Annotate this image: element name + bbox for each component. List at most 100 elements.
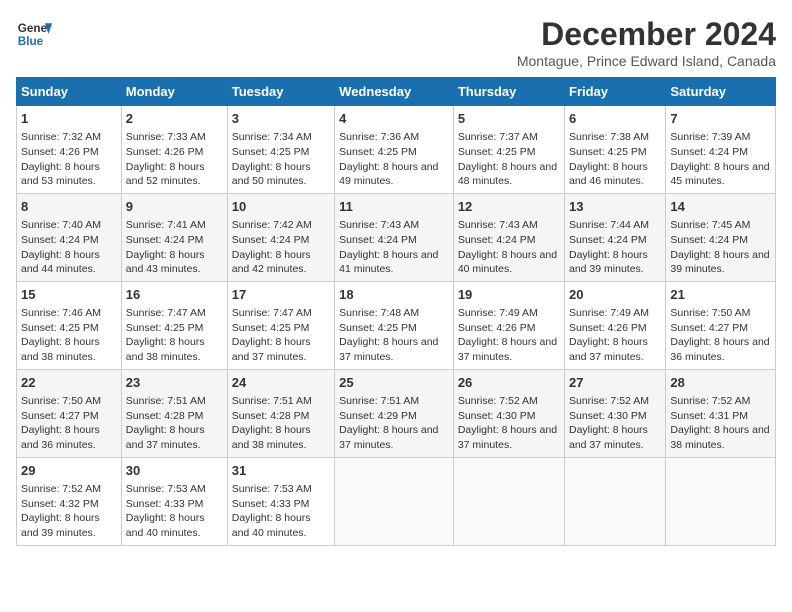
- sunrise: Sunrise: 7:52 AM: [21, 483, 101, 495]
- sunrise: Sunrise: 7:34 AM: [232, 131, 312, 143]
- calendar-cell: 19Sunrise: 7:49 AMSunset: 4:26 PMDayligh…: [453, 281, 564, 369]
- day-number: 10: [232, 198, 330, 216]
- calendar-cell: [666, 457, 776, 545]
- week-row-5: 29 Sunrise: 7:52 AM Sunset: 4:32 PM Dayligh…: [17, 457, 776, 545]
- daylight: Daylight: 8 hours and 45 minutes.: [670, 161, 769, 188]
- sunset: Sunset: 4:25 PM: [21, 322, 99, 334]
- sunrise: Sunrise: 7:36 AM: [339, 131, 419, 143]
- sunset: Sunset: 4:27 PM: [670, 322, 748, 334]
- page-header: General Blue December 2024 Montague, Pri…: [16, 16, 776, 69]
- calendar-cell: [565, 457, 666, 545]
- calendar-cell: 24 Sunrise: 7:51 AM Sunset: 4:28 PM Dayligh…: [227, 369, 334, 457]
- calendar-cell: 29Sunrise: 7:52 AMSunset: 4:32 PMDayligh…: [17, 457, 122, 545]
- sunset: Sunset: 4:26 PM: [126, 146, 204, 158]
- sunrise: Sunrise: 7:32 AM: [21, 131, 101, 143]
- day-number: 5: [458, 110, 560, 128]
- sunset: Sunset: 4:27 PM: [21, 410, 99, 422]
- calendar-cell: 8Sunrise: 7:40 AMSunset: 4:24 PMDaylight…: [17, 193, 122, 281]
- calendar-cell: 10 Sunrise: 7:42 AM Sunset: 4:24 PM Dayligh…: [227, 193, 334, 281]
- sunrise: Sunrise: 7:52 AM: [458, 395, 538, 407]
- day-number: 14: [670, 198, 771, 216]
- week-row-3: 15 Sunrise: 7:46 AM Sunset: 4:25 PM Dayligh…: [17, 281, 776, 369]
- sunrise: Sunrise: 7:39 AM: [670, 131, 750, 143]
- sunset: Sunset: 4:30 PM: [569, 410, 647, 422]
- daylight: Daylight: 8 hours and 44 minutes.: [21, 249, 100, 276]
- sunrise: Sunrise: 7:42 AM: [232, 219, 312, 231]
- header-cell-thursday: Thursday: [453, 78, 564, 106]
- sunset: Sunset: 4:30 PM: [458, 410, 536, 422]
- calendar-cell: 30Sunrise: 7:53 AMSunset: 4:33 PMDayligh…: [121, 457, 227, 545]
- calendar-cell: [453, 457, 564, 545]
- sunset: Sunset: 4:24 PM: [232, 234, 310, 246]
- day-number: 26: [458, 374, 560, 392]
- day-number: 15: [21, 286, 117, 304]
- sunrise: Sunrise: 7:50 AM: [670, 307, 750, 319]
- sunset: Sunset: 4:32 PM: [21, 498, 99, 510]
- day-number: 18: [339, 286, 449, 304]
- calendar-cell: 26Sunrise: 7:52 AMSunset: 4:30 PMDayligh…: [453, 369, 564, 457]
- header-cell-monday: Monday: [121, 78, 227, 106]
- sunrise: Sunrise: 7:46 AM: [21, 307, 101, 319]
- svg-text:Blue: Blue: [18, 35, 44, 48]
- sunrise: Sunrise: 7:49 AM: [569, 307, 649, 319]
- header-row: SundayMondayTuesdayWednesdayThursdayFrid…: [17, 78, 776, 106]
- sunrise: Sunrise: 7:40 AM: [21, 219, 101, 231]
- calendar-cell: 16Sunrise: 7:47 AMSunset: 4:25 PMDayligh…: [121, 281, 227, 369]
- header-cell-sunday: Sunday: [17, 78, 122, 106]
- calendar-cell: 7Sunrise: 7:39 AMSunset: 4:24 PMDaylight…: [666, 106, 776, 194]
- daylight: Daylight: 8 hours and 37 minutes.: [339, 424, 438, 451]
- day-number: 24: [232, 374, 330, 392]
- sunset: Sunset: 4:28 PM: [232, 410, 310, 422]
- sunset: Sunset: 4:33 PM: [126, 498, 204, 510]
- sunset: Sunset: 4:26 PM: [569, 322, 647, 334]
- calendar-cell: 18Sunrise: 7:48 AMSunset: 4:25 PMDayligh…: [335, 281, 454, 369]
- daylight: Daylight: 8 hours and 50 minutes.: [232, 161, 311, 188]
- sunset: Sunset: 4:25 PM: [339, 146, 417, 158]
- logo-icon: General Blue: [16, 16, 52, 52]
- header-cell-tuesday: Tuesday: [227, 78, 334, 106]
- calendar-cell: 12Sunrise: 7:43 AMSunset: 4:24 PMDayligh…: [453, 193, 564, 281]
- sunrise: Sunrise: 7:33 AM: [126, 131, 206, 143]
- week-row-1: 1Sunrise: 7:32 AMSunset: 4:26 PMDaylight…: [17, 106, 776, 194]
- calendar-cell: 20Sunrise: 7:49 AMSunset: 4:26 PMDayligh…: [565, 281, 666, 369]
- sunset: Sunset: 4:28 PM: [126, 410, 204, 422]
- sunrise: Sunrise: 7:50 AM: [21, 395, 101, 407]
- sunrise: Sunrise: 7:51 AM: [232, 395, 312, 407]
- calendar-cell: 25Sunrise: 7:51 AMSunset: 4:29 PMDayligh…: [335, 369, 454, 457]
- calendar-cell: 17Sunrise: 7:47 AMSunset: 4:25 PMDayligh…: [227, 281, 334, 369]
- daylight: Daylight: 8 hours and 37 minutes.: [339, 336, 438, 363]
- daylight: Daylight: 8 hours and 40 minutes.: [232, 512, 311, 539]
- sunrise: Sunrise: 7:53 AM: [126, 483, 206, 495]
- daylight: Daylight: 8 hours and 37 minutes.: [232, 336, 311, 363]
- sunrise: Sunrise: 7:44 AM: [569, 219, 649, 231]
- header-cell-saturday: Saturday: [666, 78, 776, 106]
- header-cell-friday: Friday: [565, 78, 666, 106]
- day-number: 17: [232, 286, 330, 304]
- day-number: 19: [458, 286, 560, 304]
- day-number: 6: [569, 110, 661, 128]
- sunrise: Sunrise: 7:43 AM: [458, 219, 538, 231]
- sunrise: Sunrise: 7:51 AM: [339, 395, 419, 407]
- calendar-cell: 1Sunrise: 7:32 AMSunset: 4:26 PMDaylight…: [17, 106, 122, 194]
- day-number: 12: [458, 198, 560, 216]
- daylight: Daylight: 8 hours and 46 minutes.: [569, 161, 648, 188]
- day-number: 28: [670, 374, 771, 392]
- daylight: Daylight: 8 hours and 42 minutes.: [232, 249, 311, 276]
- calendar-table: SundayMondayTuesdayWednesdayThursdayFrid…: [16, 77, 776, 546]
- sunset: Sunset: 4:24 PM: [670, 146, 748, 158]
- calendar-cell: [335, 457, 454, 545]
- daylight: Daylight: 8 hours and 38 minutes.: [232, 424, 311, 451]
- calendar-subtitle: Montague, Prince Edward Island, Canada: [517, 53, 776, 69]
- daylight: Daylight: 8 hours and 36 minutes.: [21, 424, 100, 451]
- sunset: Sunset: 4:33 PM: [232, 498, 310, 510]
- calendar-cell: 14Sunrise: 7:45 AMSunset: 4:24 PMDayligh…: [666, 193, 776, 281]
- calendar-cell: 2Sunrise: 7:33 AMSunset: 4:26 PMDaylight…: [121, 106, 227, 194]
- day-number: 29: [21, 462, 117, 480]
- calendar-cell: 3Sunrise: 7:34 AMSunset: 4:25 PMDaylight…: [227, 106, 334, 194]
- sunrise: Sunrise: 7:51 AM: [126, 395, 206, 407]
- day-number: 23: [126, 374, 223, 392]
- sunset: Sunset: 4:24 PM: [670, 234, 748, 246]
- daylight: Daylight: 8 hours and 37 minutes.: [458, 336, 557, 363]
- calendar-cell: 31Sunrise: 7:53 AMSunset: 4:33 PMDayligh…: [227, 457, 334, 545]
- sunrise: Sunrise: 7:52 AM: [569, 395, 649, 407]
